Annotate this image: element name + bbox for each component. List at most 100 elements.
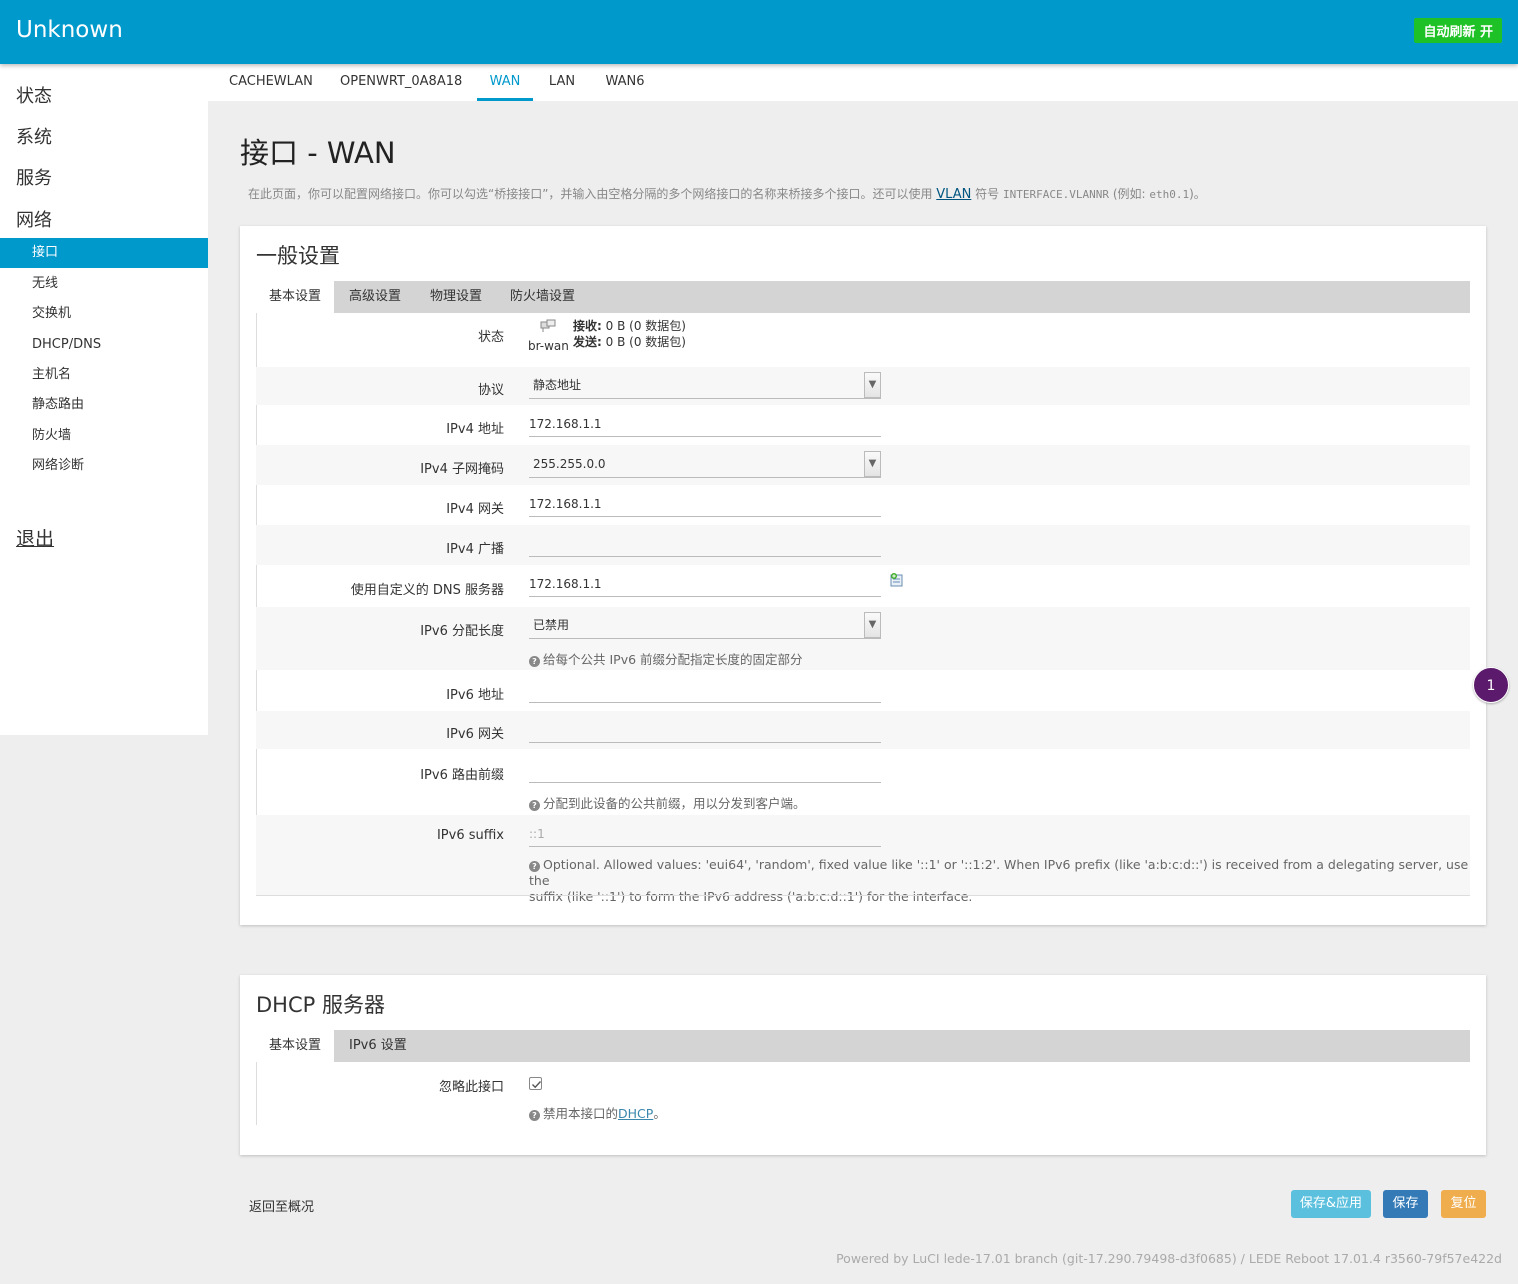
- tab-wan[interactable]: WAN: [477, 64, 533, 101]
- interface-stats: 接收: 0 B (0 数据包) 发送: 0 B (0 数据包): [573, 318, 686, 350]
- ipv4-gateway-input[interactable]: 172.168.1.1: [529, 491, 881, 517]
- logout-link[interactable]: 退出: [16, 524, 54, 551]
- tx-label: 发送:: [573, 335, 602, 349]
- ignore-interface-row: 忽略此接口 ? 禁用本接口的DHCP。: [256, 1062, 1470, 1125]
- ipv4-netmask-value: 255.255.0.0: [533, 457, 606, 471]
- protocol-label: 协议: [477, 383, 504, 398]
- ipv4-address-input[interactable]: 172.168.1.1: [529, 411, 881, 437]
- sidebar-item-status[interactable]: 状态: [16, 82, 52, 108]
- sidebar-item-services[interactable]: 服务: [16, 164, 52, 190]
- chevron-down-icon: ▼: [864, 372, 881, 398]
- help-icon: ?: [529, 656, 540, 667]
- ipv6-prefix-label: IPv6 路由前缀: [420, 768, 504, 783]
- ipv4-netmask-select[interactable]: 255.255.0.0 ▼: [529, 451, 881, 478]
- sidebar-item-diagnostics[interactable]: 网络诊断: [0, 451, 208, 481]
- save-button[interactable]: 保存: [1383, 1190, 1428, 1218]
- subtab-advanced[interactable]: 高级设置: [336, 281, 414, 313]
- ipv6-assign-select[interactable]: 已禁用 ▼: [529, 612, 881, 639]
- sidebar-item-firewall[interactable]: 防火墙: [0, 421, 208, 451]
- interface-tabbar: CACHEWLAN OPENWRT_0A8A18 WAN LAN WAN6: [208, 64, 1518, 101]
- back-to-overview-link[interactable]: 返回至概况: [249, 1196, 314, 1215]
- dhcp-subtab-basic[interactable]: 基本设置: [256, 1030, 335, 1062]
- check-icon: [532, 1081, 542, 1089]
- auto-refresh-toggle[interactable]: 自动刷新 开: [1414, 18, 1502, 43]
- sidebar-item-static-routes[interactable]: 静态路由: [0, 390, 208, 420]
- protocol-select[interactable]: 静态地址 ▼: [529, 372, 881, 399]
- subtab-basic[interactable]: 基本设置: [256, 281, 335, 313]
- ignore-interface-label: 忽略此接口: [438, 1080, 504, 1095]
- sidebar-item-network[interactable]: 网络: [16, 206, 52, 232]
- ipv4-broadcast-input[interactable]: [529, 531, 881, 557]
- sidebar-item-interfaces[interactable]: 接口: [0, 238, 208, 268]
- ipv4-gateway-label: IPv4 网关: [446, 502, 504, 517]
- sidebar-item-system[interactable]: 系统: [16, 123, 52, 149]
- ignore-interface-checkbox[interactable]: [529, 1077, 542, 1090]
- help-icon: ?: [529, 800, 540, 811]
- ipv4-address-label: IPv4 地址: [446, 422, 504, 437]
- chevron-down-icon: ▼: [864, 612, 881, 638]
- ipv4-address-row: IPv4 地址 172.168.1.1: [256, 405, 1470, 445]
- top-header: Unknown 自动刷新 开: [0, 0, 1518, 64]
- desc-code: INTERFACE.VLANNR: [1003, 188, 1109, 201]
- ipv6-suffix-input[interactable]: ::1: [529, 821, 881, 847]
- desc-text: 符号: [975, 187, 1000, 201]
- subtab-physical[interactable]: 物理设置: [417, 281, 495, 313]
- protocol-value: 静态地址: [533, 378, 582, 392]
- ipv4-broadcast-row: IPv4 广播: [256, 525, 1470, 565]
- ipv6-assign-hint: ? 给每个公共 IPv6 前缀分配指定长度的固定部分: [529, 649, 803, 668]
- general-subtabs: 基本设置 高级设置 物理设置 防火墙设置: [256, 281, 1470, 313]
- ipv4-netmask-label: IPv4 子网掩码: [420, 462, 504, 477]
- desc-text: (例如:: [1112, 187, 1146, 201]
- dhcp-subtab-ipv6[interactable]: IPv6 设置: [336, 1030, 420, 1062]
- ipv6-gateway-input[interactable]: [529, 717, 881, 743]
- ipv6-suffix-label: IPv6 suffix: [436, 828, 504, 843]
- reset-button[interactable]: 复位: [1441, 1190, 1486, 1218]
- save-apply-button[interactable]: 保存&应用: [1291, 1190, 1371, 1218]
- subtab-firewall[interactable]: 防火墙设置: [497, 281, 588, 313]
- dhcp-subtabs: 基本设置 IPv6 设置: [256, 1030, 1470, 1062]
- sidebar-item-dhcp-dns[interactable]: DHCP/DNS: [0, 330, 208, 360]
- page-title: 接口 - WAN: [240, 136, 396, 170]
- ipv6-address-input[interactable]: [529, 677, 881, 703]
- add-dns-icon[interactable]: [890, 573, 904, 587]
- tab-cachewlan[interactable]: CACHEWLAN: [229, 64, 313, 101]
- dns-row: 使用自定义的 DNS 服务器 172.168.1.1: [256, 565, 1470, 607]
- sidebar-item-switch[interactable]: 交换机: [0, 299, 208, 329]
- general-settings-title: 一般设置: [256, 244, 340, 268]
- section-divider: [256, 895, 1470, 896]
- help-icon: ?: [529, 861, 540, 872]
- ignore-hint-text-end: 。: [653, 1106, 666, 1121]
- help-icon: ?: [529, 1110, 540, 1121]
- status-row: 状态 br-wan 接收: 0 B (0 数据包) 发送: 0 B (0 数据包…: [256, 313, 1470, 367]
- dns-label: 使用自定义的 DNS 服务器: [350, 583, 504, 598]
- desc-text: )。: [1189, 187, 1206, 201]
- ipv6-suffix-hint-text: Optional. Allowed values: 'eui64', 'rand…: [529, 857, 1469, 888]
- dhcp-server-card: DHCP 服务器 基本设置 IPv6 设置 忽略此接口 ? 禁用本接口的DHCP。: [240, 975, 1486, 1155]
- page-description: 在此页面，你可以配置网络接口。你可以勾选“桥接接口”，并输入由空格分隔的多个网络…: [248, 185, 1206, 202]
- tab-wan6[interactable]: WAN6: [603, 64, 647, 101]
- tab-lan[interactable]: LAN: [547, 64, 577, 101]
- dhcp-link[interactable]: DHCP: [618, 1106, 653, 1121]
- sidebar-item-wireless[interactable]: 无线: [0, 269, 208, 299]
- vlan-link[interactable]: VLAN: [936, 187, 971, 202]
- ipv4-netmask-row: IPv4 子网掩码 255.255.0.0 ▼: [256, 445, 1470, 485]
- rx-label: 接收:: [573, 319, 602, 333]
- sidebar-item-hostnames[interactable]: 主机名: [0, 360, 208, 390]
- ipv6-address-row: IPv6 地址: [256, 670, 1470, 711]
- dhcp-server-title: DHCP 服务器: [256, 993, 385, 1017]
- ipv6-prefix-hint: ? 分配到此设备的公共前缀，用以分发到客户端。: [529, 793, 806, 812]
- tab-openwrt[interactable]: OPENWRT_0A8A18: [340, 64, 462, 101]
- ipv6-suffix-hint-text-2: suffix (like '::1') to form the IPv6 add…: [529, 889, 973, 904]
- ipv6-prefix-input[interactable]: [529, 757, 881, 783]
- general-settings-card: 一般设置 基本设置 高级设置 物理设置 防火墙设置 状态 br-wan 接收: …: [240, 226, 1486, 925]
- ipv4-gateway-row: IPv4 网关 172.168.1.1: [256, 485, 1470, 525]
- dns-input[interactable]: 172.168.1.1: [529, 571, 881, 597]
- rx-value: 0 B (0 数据包): [605, 319, 686, 333]
- ethernet-icon: [540, 319, 556, 332]
- ipv6-suffix-row: IPv6 suffix ::1 ? Optional. Allowed value…: [256, 815, 1470, 904]
- brand-title[interactable]: Unknown: [16, 17, 123, 43]
- protocol-row: 协议 静态地址 ▼: [256, 367, 1470, 405]
- ipv6-assign-label: IPv6 分配长度: [420, 624, 504, 639]
- sidebar: 状态 系统 服务 网络 接口 无线 交换机 DHCP/DNS 主机名 静态路由 …: [0, 64, 208, 735]
- status-label: 状态: [477, 330, 504, 345]
